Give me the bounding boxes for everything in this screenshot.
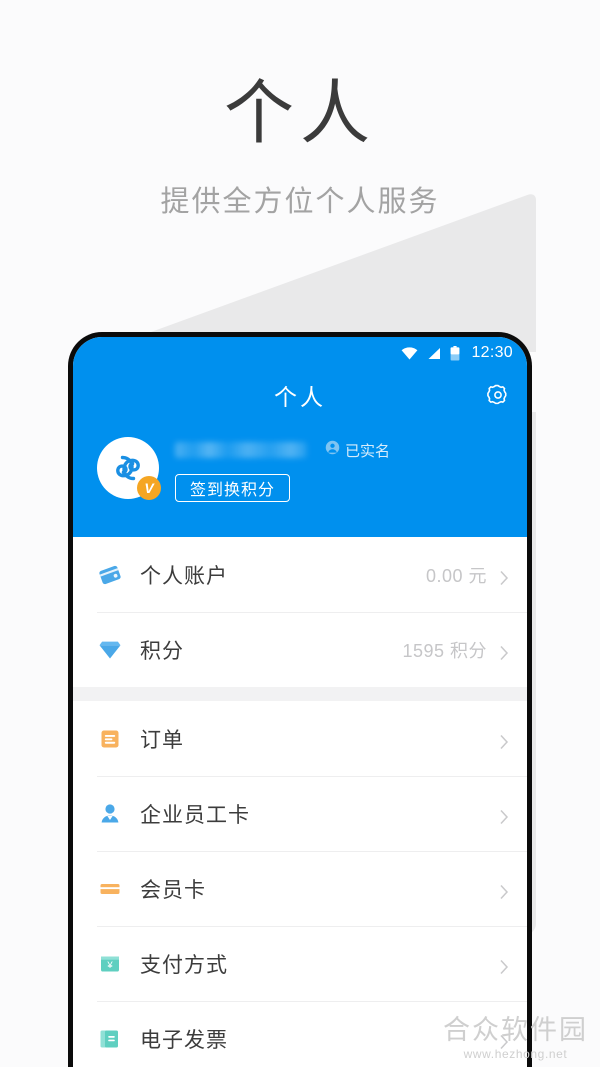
- settings-list: 个人账户 0.00 元 积分 1595 积分 订单 企业员工卡 会员卡 ¥ 支付…: [73, 537, 527, 1067]
- diamond-icon: [97, 637, 123, 663]
- chevron-right-icon: [499, 570, 509, 585]
- svg-text:¥: ¥: [106, 960, 113, 971]
- phone-screen: 12:30 个人 V 已实名 签到换积分 个人账户 0.00 元 积分 1595…: [73, 337, 527, 1067]
- profile-card: V 已实名 签到换积分: [73, 421, 527, 537]
- chevron-right-icon: [499, 884, 509, 899]
- order-document-icon: [97, 726, 123, 752]
- list-item-label: 个人账户: [140, 564, 228, 588]
- chevron-right-icon: [499, 1034, 509, 1049]
- verified-v-badge: V: [137, 476, 161, 500]
- list-item-orders[interactable]: 订单: [73, 701, 527, 776]
- list-item-e-invoice[interactable]: 电子发票: [73, 1001, 527, 1067]
- chevron-right-icon: [499, 959, 509, 974]
- status-badge: 已实名: [325, 440, 390, 461]
- list-item-label: 订单: [140, 728, 184, 752]
- signal-icon: [427, 347, 441, 360]
- person-circle-icon: [325, 440, 340, 460]
- list-group-accounts: 个人账户 0.00 元 积分 1595 积分: [73, 537, 527, 687]
- list-item-personal-account[interactable]: 个人账户 0.00 元: [73, 537, 527, 612]
- list-item-points[interactable]: 积分 1595 积分: [73, 612, 527, 687]
- chevron-right-icon: [499, 645, 509, 660]
- username-row: 已实名: [175, 439, 509, 461]
- avatar[interactable]: V: [97, 437, 161, 500]
- list-item-label: 支付方式: [140, 953, 228, 977]
- signin-exchange-points-button[interactable]: 签到换积分: [175, 474, 291, 502]
- battery-icon: [450, 345, 460, 361]
- payment-yuan-icon: ¥: [97, 951, 123, 977]
- chevron-right-icon: [499, 734, 509, 749]
- phone-mockup: 12:30 个人 V 已实名 签到换积分 个人账户 0.00 元 积分 1595…: [68, 332, 532, 1067]
- list-item-label: 积分: [140, 639, 184, 663]
- list-item-value: 1595 积分: [402, 640, 487, 661]
- list-item-label: 电子发票: [140, 1028, 228, 1052]
- list-item-membership-card[interactable]: 会员卡: [73, 851, 527, 926]
- invoice-icon: [97, 1026, 123, 1052]
- page-title: 个人: [224, 74, 376, 152]
- username-masked: [175, 442, 307, 458]
- app-bar: 个人: [73, 369, 527, 421]
- wifi-icon: [401, 346, 418, 360]
- status-bar: 12:30: [73, 337, 527, 369]
- list-group-services: 订单 企业员工卡 会员卡 ¥ 支付方式 电子发票: [73, 701, 527, 1067]
- list-item-employee-card[interactable]: 企业员工卡: [73, 776, 527, 851]
- list-item-label: 企业员工卡: [140, 803, 250, 827]
- list-item-label: 会员卡: [140, 878, 206, 902]
- employee-card-icon: [97, 801, 123, 827]
- list-group-divider: [73, 687, 527, 701]
- list-item-value: 0.00 元: [425, 565, 487, 586]
- chevron-right-icon: [499, 809, 509, 824]
- member-card-icon: [97, 876, 123, 902]
- app-bar-title: 个人: [274, 384, 326, 410]
- gear-icon[interactable]: [485, 382, 511, 408]
- verified-label: 已实名: [345, 442, 391, 460]
- page-root: 个人 提供全方位个人服务 12:30 个人 V 已实名 签到换积分 个人账户 0…: [0, 0, 600, 1067]
- wallet-icon: [97, 562, 123, 588]
- status-time: 12:30: [471, 344, 513, 361]
- promo-header: 个人 提供全方位个人服务: [0, 0, 600, 220]
- profile-details: 已实名 签到换积分: [175, 437, 509, 502]
- list-item-payment-methods[interactable]: ¥ 支付方式: [73, 926, 527, 1001]
